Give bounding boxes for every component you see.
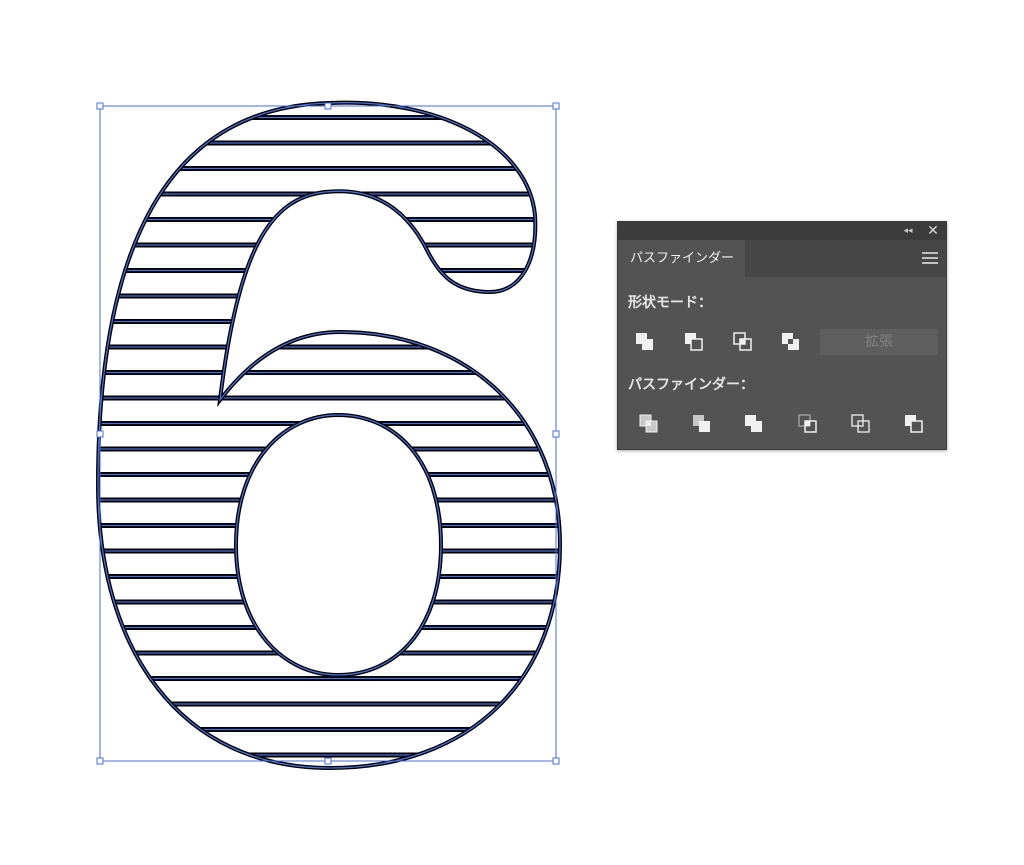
trim-icon[interactable] bbox=[690, 412, 714, 436]
close-panel-icon[interactable]: ✕ bbox=[926, 223, 940, 239]
pathfinders-label: パスファインダー： bbox=[628, 377, 754, 393]
digit-six-shape[interactable] bbox=[90, 100, 570, 771]
handle-middle-left bbox=[96, 430, 104, 438]
handle-bottom-center bbox=[324, 757, 332, 765]
handle-bottom-right bbox=[552, 757, 560, 765]
minus-front-icon[interactable] bbox=[682, 330, 706, 354]
shape-modes-label: 形状モード： bbox=[628, 295, 712, 311]
minus-back-icon[interactable] bbox=[902, 412, 926, 436]
handle-top-left bbox=[96, 102, 104, 110]
pathfinder-panel: ◂◂ ✕ パスファインダー 形状モード： 拡張 パスファインダー： bbox=[617, 221, 947, 450]
handle-middle-right bbox=[552, 430, 560, 438]
collapse-panel-icon[interactable]: ◂◂ bbox=[902, 225, 914, 237]
panel-tab-strip: パスファインダー bbox=[618, 240, 946, 277]
merge-icon[interactable] bbox=[742, 412, 766, 436]
intersect-icon[interactable] bbox=[731, 330, 755, 354]
divide-icon[interactable] bbox=[637, 412, 661, 436]
outline-icon[interactable] bbox=[849, 412, 873, 436]
unite-icon[interactable] bbox=[633, 330, 657, 354]
tab-pathfinder[interactable]: パスファインダー bbox=[618, 240, 745, 277]
panel-menu-icon[interactable] bbox=[922, 252, 938, 266]
handle-top-right bbox=[552, 102, 560, 110]
exclude-icon[interactable] bbox=[779, 330, 803, 354]
expand-button[interactable]: 拡張 bbox=[820, 329, 938, 355]
handle-top-center bbox=[324, 102, 332, 110]
crop-icon[interactable] bbox=[796, 412, 820, 436]
panel-titlebar[interactable]: ◂◂ ✕ bbox=[618, 222, 946, 240]
handle-bottom-left bbox=[96, 757, 104, 765]
